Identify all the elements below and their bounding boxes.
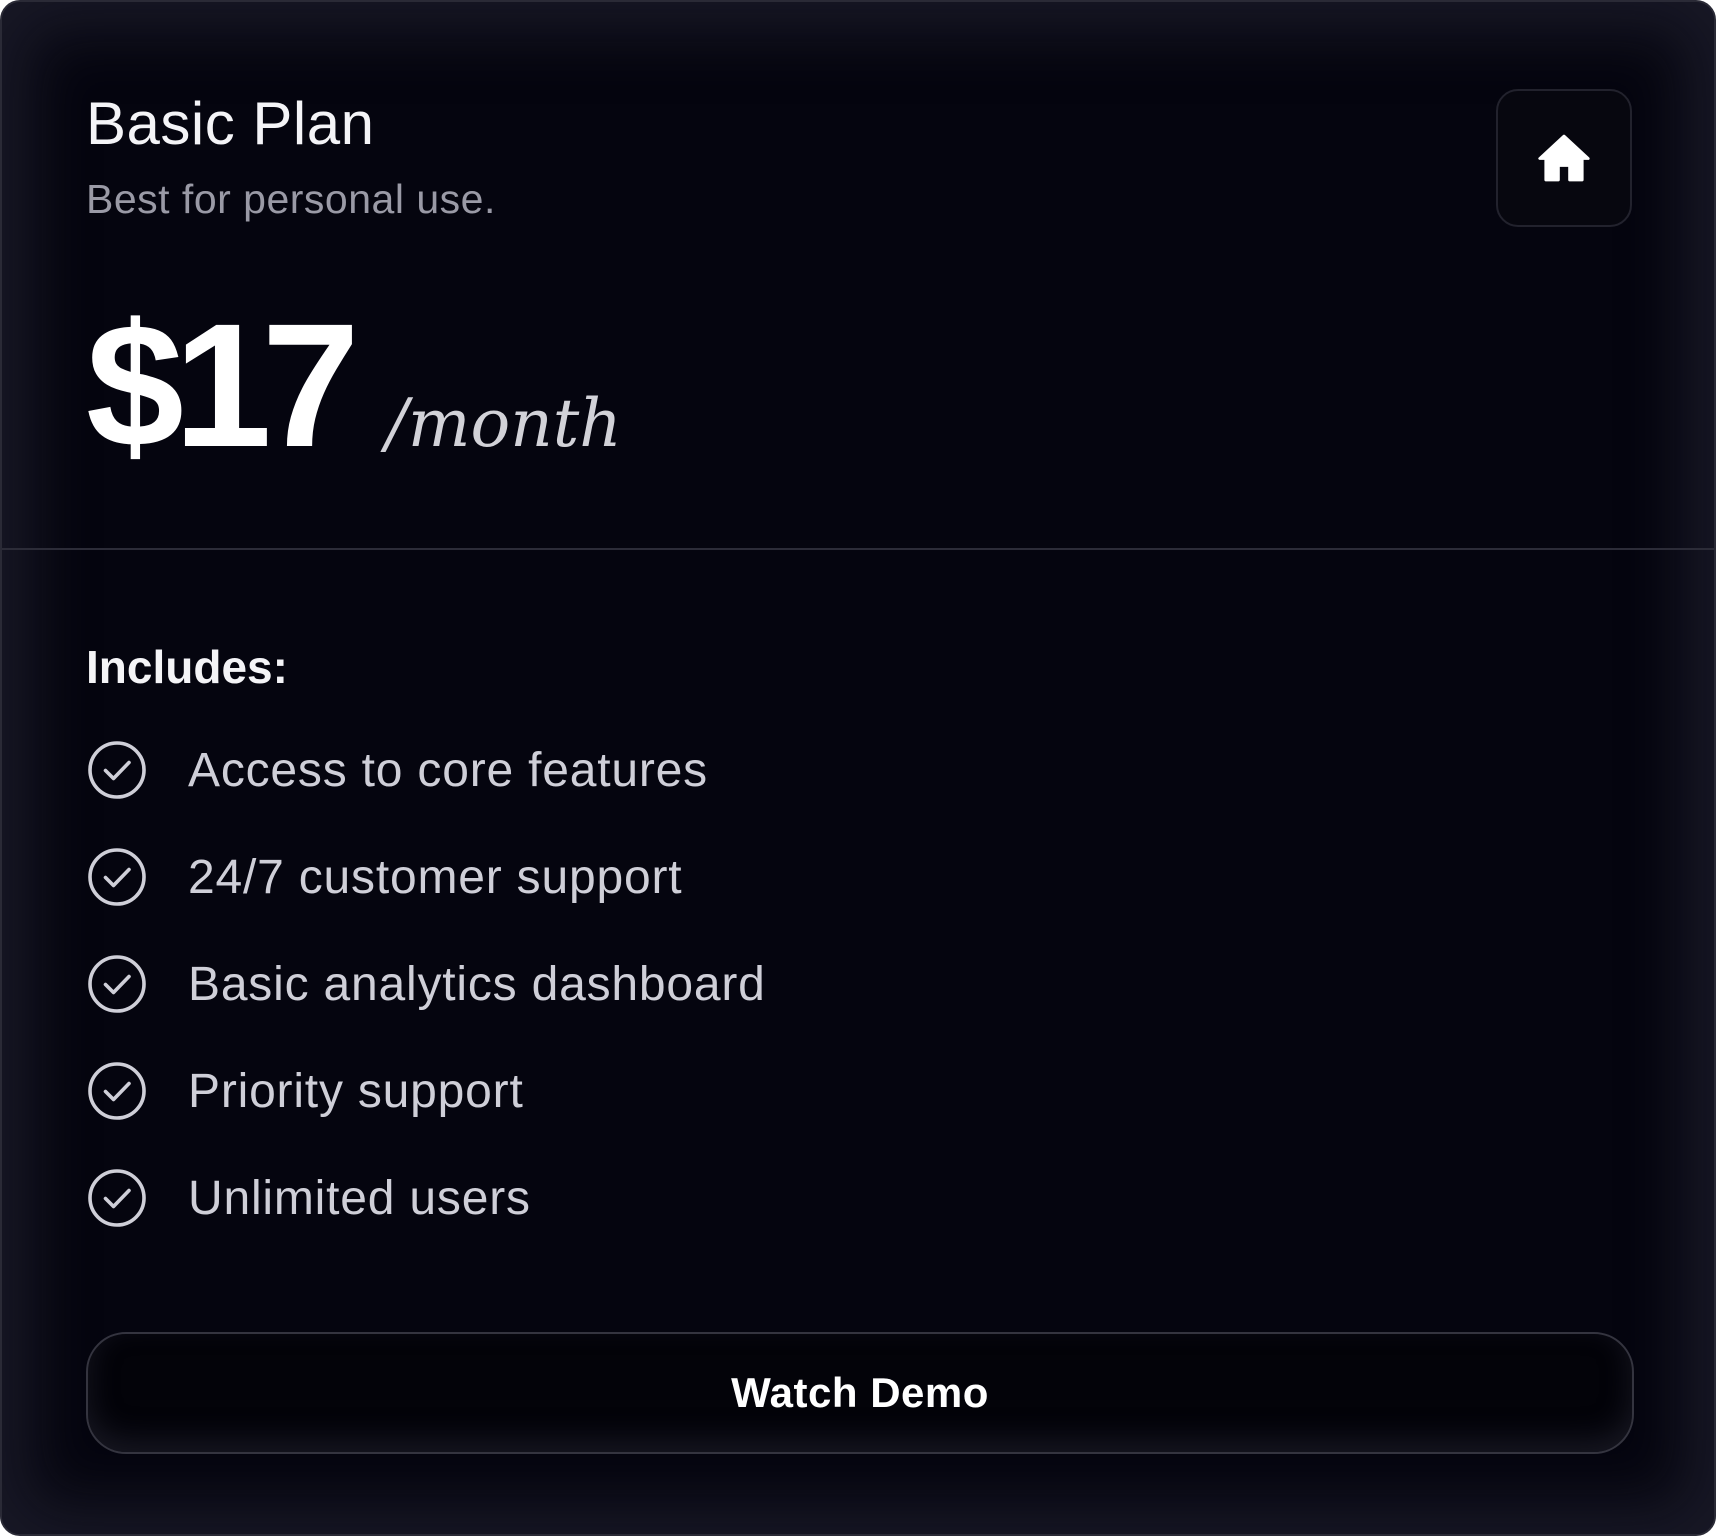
feature-text: Priority support: [188, 1064, 524, 1118]
feature-item: Priority support: [86, 1061, 766, 1121]
price-period: /month: [385, 385, 622, 462]
feature-item: 24/7 customer support: [86, 847, 766, 907]
check-circle-icon: [88, 741, 146, 799]
check-circle-icon: [88, 848, 146, 906]
price-amount: $17: [86, 288, 360, 484]
watch-demo-button[interactable]: Watch Demo: [86, 1332, 1634, 1454]
includes-label: Includes:: [86, 641, 288, 693]
feature-text: Access to core features: [188, 743, 708, 797]
feature-item: Unlimited users: [86, 1168, 766, 1228]
plan-header: Basic Plan Best for personal use. $17 /m…: [2, 2, 1714, 550]
pricing-card: Basic Plan Best for personal use. $17 /m…: [0, 0, 1716, 1536]
feature-item: Basic analytics dashboard: [86, 954, 766, 1014]
home-icon: [1538, 134, 1590, 182]
feature-text: 24/7 customer support: [188, 850, 683, 904]
home-button[interactable]: [1496, 89, 1632, 227]
feature-text: Unlimited users: [188, 1171, 531, 1225]
feature-item: Access to core features: [86, 740, 766, 800]
price-row: $17 /month: [86, 298, 622, 474]
plan-title: Basic Plan: [86, 90, 375, 157]
plan-subtitle: Best for personal use.: [86, 176, 496, 222]
check-circle-icon: [88, 1062, 146, 1120]
feature-list: Access to core features 24/7 customer su…: [86, 740, 766, 1275]
check-circle-icon: [88, 1169, 146, 1227]
feature-text: Basic analytics dashboard: [188, 957, 766, 1011]
check-circle-icon: [88, 955, 146, 1013]
